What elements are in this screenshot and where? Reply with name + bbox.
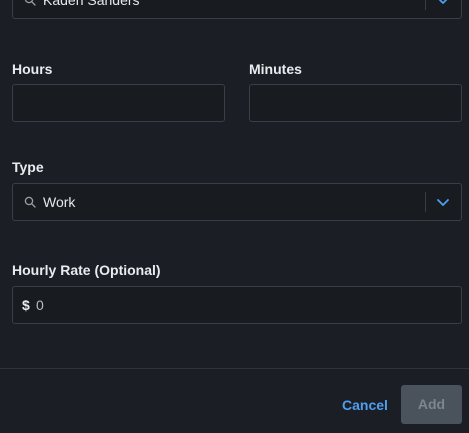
add-button[interactable]: Add xyxy=(401,385,462,424)
type-select[interactable]: Work xyxy=(12,183,462,221)
search-icon xyxy=(24,196,36,208)
type-label: Type xyxy=(12,159,44,175)
hours-input[interactable] xyxy=(23,85,214,121)
footer-divider xyxy=(0,368,469,369)
currency-symbol: $ xyxy=(22,297,30,313)
hours-field[interactable] xyxy=(12,84,225,122)
employee-select[interactable]: Kaden Sanders xyxy=(12,0,462,19)
hours-label: Hours xyxy=(12,61,53,77)
select-divider xyxy=(425,192,426,212)
minutes-field[interactable] xyxy=(249,84,462,122)
hourly-rate-input[interactable] xyxy=(36,287,451,323)
type-value: Work xyxy=(43,194,76,210)
hourly-rate-label: Hourly Rate (Optional) xyxy=(12,262,161,278)
chevron-down-icon[interactable] xyxy=(435,194,451,210)
minutes-input[interactable] xyxy=(260,85,451,121)
cancel-button[interactable]: Cancel xyxy=(336,390,394,420)
select-divider xyxy=(425,0,426,10)
chevron-down-icon[interactable] xyxy=(435,0,451,8)
hourly-rate-field[interactable]: $ xyxy=(12,286,462,324)
search-icon xyxy=(24,0,36,6)
employee-value: Kaden Sanders xyxy=(43,0,140,8)
minutes-label: Minutes xyxy=(249,61,302,77)
